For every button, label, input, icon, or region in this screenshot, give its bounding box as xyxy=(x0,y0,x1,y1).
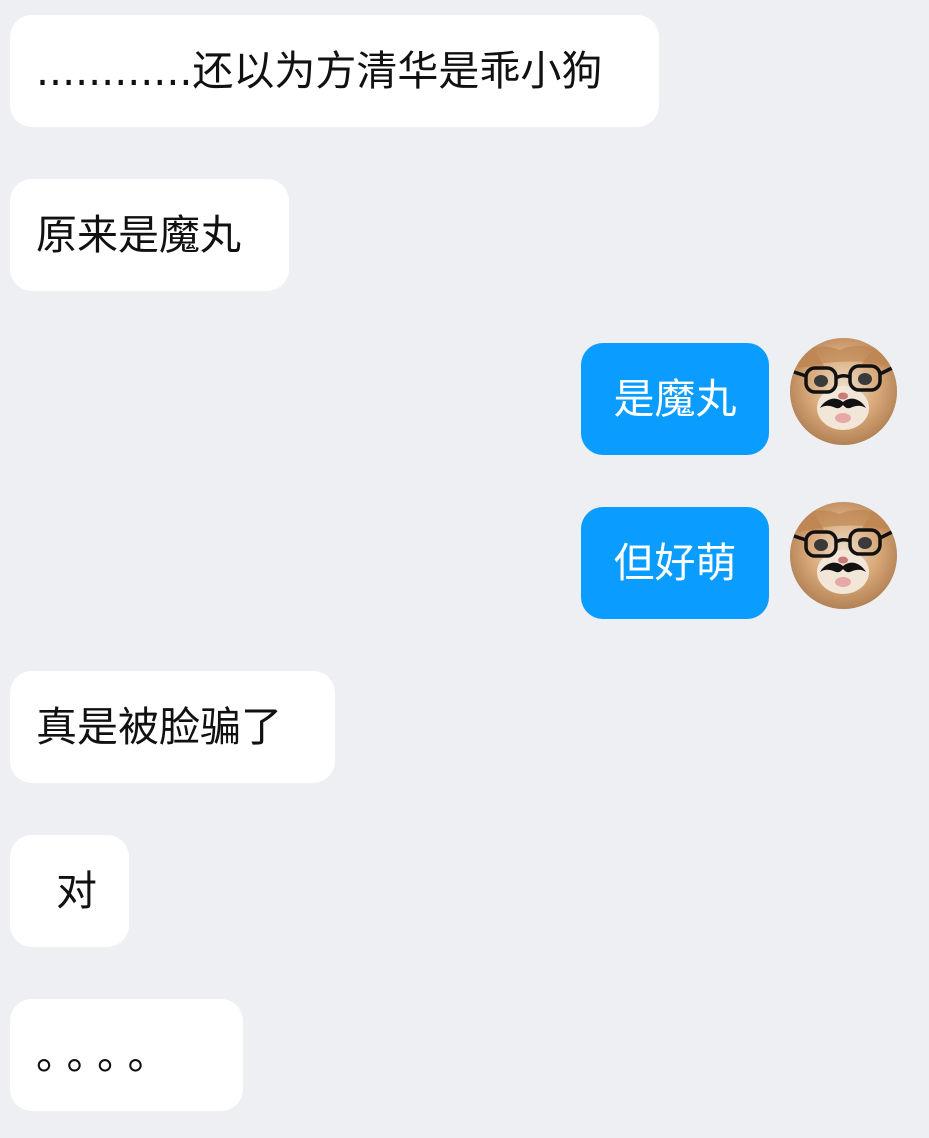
message-text: 对 xyxy=(56,866,97,915)
message-text: 。。。。 xyxy=(36,1030,179,1079)
message-text: 原来是魔丸 xyxy=(36,210,241,259)
incoming-message-bubble[interactable]: 真是被脸骗了 xyxy=(10,671,335,783)
message-text: 是魔丸 xyxy=(613,374,737,423)
incoming-message-bubble[interactable]: 对 xyxy=(10,835,129,947)
message-text: 真是被脸骗了 xyxy=(36,702,282,751)
avatar[interactable] xyxy=(790,338,897,445)
message-text: ............还以为方清华是乖小狗 xyxy=(36,46,603,95)
cat-with-glasses-and-mustache-icon xyxy=(790,502,897,609)
chat-thread: ............还以为方清华是乖小狗 原来是魔丸 是魔丸 但好萌 真是被… xyxy=(0,0,929,1138)
outgoing-message-bubble[interactable]: 是魔丸 xyxy=(581,343,769,455)
incoming-message-bubble[interactable]: 。。。。 xyxy=(10,999,243,1111)
incoming-message-bubble[interactable]: 原来是魔丸 xyxy=(10,179,289,291)
avatar[interactable] xyxy=(790,502,897,609)
outgoing-message-bubble[interactable]: 但好萌 xyxy=(581,507,769,619)
message-text: 但好萌 xyxy=(613,538,737,587)
cat-with-glasses-and-mustache-icon xyxy=(790,338,897,445)
incoming-message-bubble[interactable]: ............还以为方清华是乖小狗 xyxy=(10,15,659,127)
